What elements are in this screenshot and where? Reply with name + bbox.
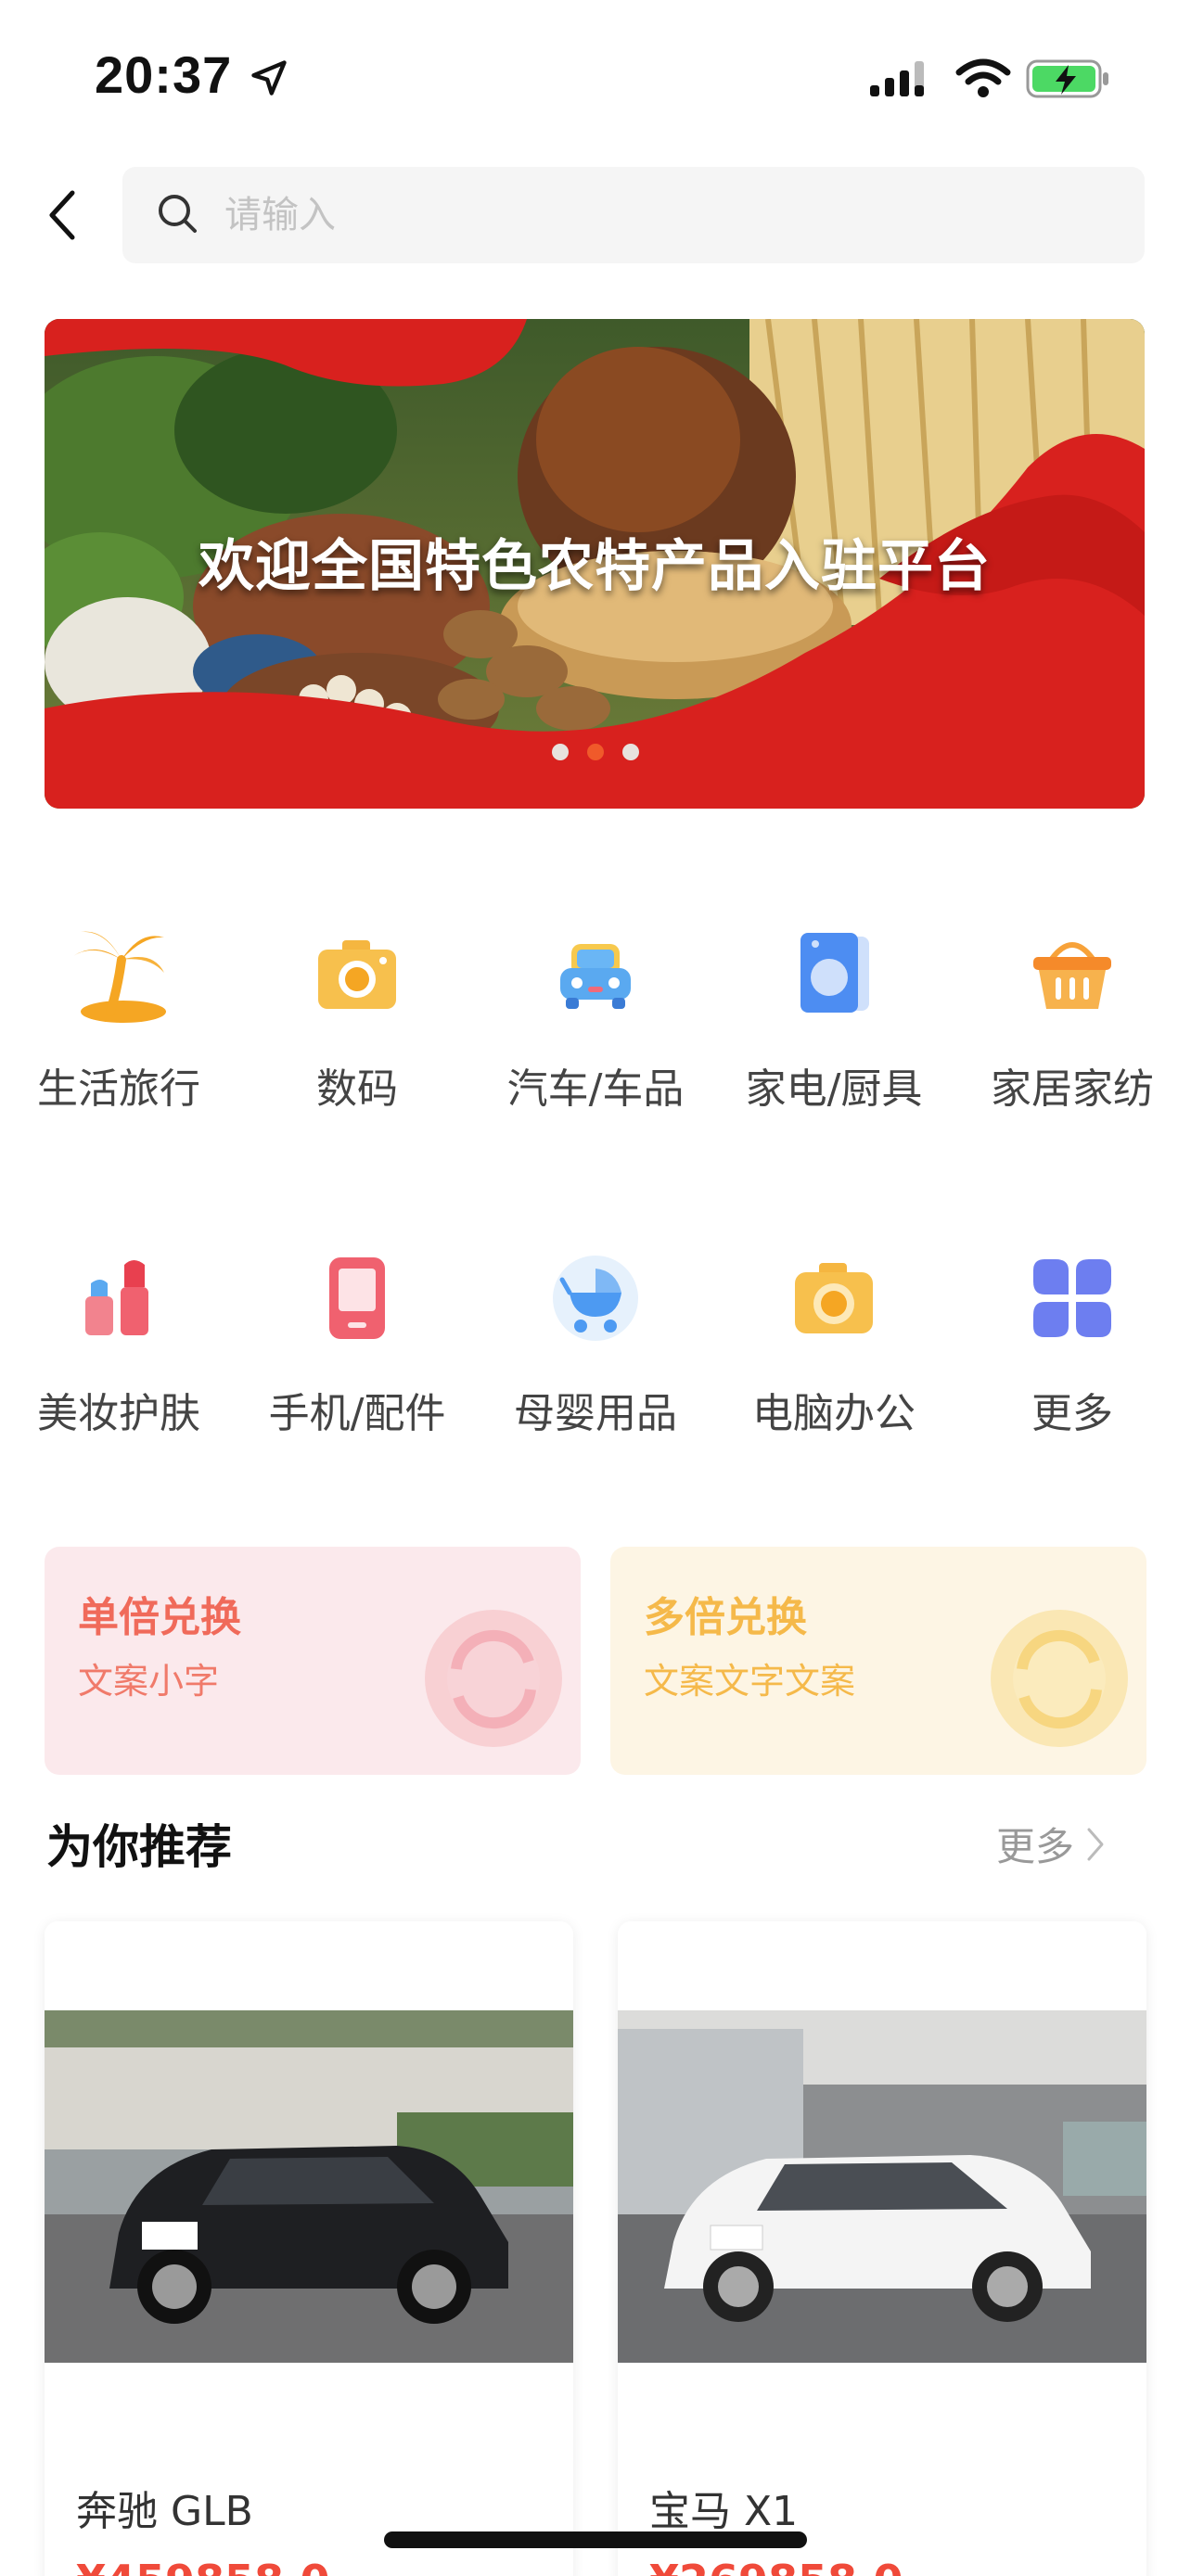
banner-headline: 欢迎全国特色农特产品入驻平台 — [198, 534, 991, 599]
washing-machine-icon — [778, 918, 890, 1029]
back-button[interactable] — [37, 185, 89, 245]
more-label: 更多 — [996, 1824, 1075, 1869]
car-icon — [540, 918, 651, 1029]
category-label: 生活旅行 — [37, 1065, 200, 1113]
location-arrow-icon — [249, 57, 289, 102]
basket-icon — [1017, 918, 1128, 1029]
status-time: 20:37 — [95, 45, 233, 104]
promo-title: 多倍兑换 — [644, 1594, 807, 1641]
palm-tree-icon — [63, 918, 174, 1029]
carousel-dot[interactable] — [622, 744, 639, 760]
promo-subtitle: 文案文字文案 — [644, 1661, 856, 1702]
category-beauty[interactable]: 美妆护肤 — [0, 1243, 237, 1439]
product-name: 宝马 X1 — [649, 2488, 799, 2535]
category-label: 数码 — [316, 1065, 398, 1113]
section-title-recommend: 为你推荐 — [46, 1820, 232, 1874]
category-label: 美妆护肤 — [37, 1390, 200, 1437]
status-bar: 20:37 — [0, 0, 1191, 158]
exchange-icon — [991, 1610, 1128, 1747]
carousel-dot-active[interactable] — [587, 744, 604, 760]
category-label: 汽车/车品 — [506, 1065, 685, 1113]
home-indicator[interactable] — [384, 2531, 807, 2548]
chevron-right-icon — [1087, 1828, 1104, 1860]
camera-icon — [301, 918, 413, 1029]
search-icon — [156, 192, 198, 238]
more-grid-icon — [1017, 1243, 1128, 1354]
search-bar[interactable] — [122, 167, 1145, 263]
category-digital[interactable]: 数码 — [238, 918, 476, 1115]
product-card[interactable]: 奔驰 GLB ¥459858.0 — [45, 1921, 573, 2576]
product-image — [45, 2010, 573, 2363]
promo-title: 单倍兑换 — [78, 1594, 241, 1641]
category-baby[interactable]: 母婴用品 — [477, 1243, 714, 1439]
exchange-icon — [425, 1610, 562, 1747]
product-name: 奔驰 GLB — [76, 2488, 253, 2535]
chevron-left-icon — [49, 190, 75, 240]
search-input[interactable] — [224, 194, 1059, 236]
promo-subtitle: 文案小字 — [78, 1661, 220, 1702]
battery-charging-icon — [1026, 57, 1111, 104]
wifi-icon — [955, 57, 1011, 102]
category-phone[interactable]: 手机/配件 — [238, 1243, 476, 1439]
category-label: 母婴用品 — [514, 1390, 677, 1437]
promo-multi-exchange[interactable]: 多倍兑换 文案文字文案 — [610, 1547, 1146, 1775]
lipstick-icon — [63, 1243, 174, 1354]
product-image — [618, 2010, 1146, 2363]
category-computer-office[interactable]: 电脑办公 — [715, 1243, 953, 1439]
carousel-dot[interactable] — [552, 744, 569, 760]
category-appliance[interactable]: 家电/厨具 — [715, 918, 953, 1115]
category-auto[interactable]: 汽车/车品 — [477, 918, 714, 1115]
category-label: 手机/配件 — [268, 1390, 446, 1437]
more-link[interactable]: 更多 — [996, 1816, 1106, 1872]
category-label: 家电/厨具 — [745, 1065, 923, 1113]
cellular-signal-icon — [868, 57, 931, 102]
category-home-textile[interactable]: 家居家纺 — [954, 918, 1191, 1115]
phone-icon — [301, 1243, 413, 1354]
category-label: 电脑办公 — [752, 1390, 916, 1437]
product-price: ¥269858.0 — [649, 2556, 903, 2576]
carousel-indicator — [0, 744, 1191, 760]
category-life-travel[interactable]: 生活旅行 — [0, 918, 237, 1115]
banner-carousel[interactable]: 欢迎全国特色农特产品入驻平台 — [45, 319, 1145, 809]
category-label: 更多 — [1031, 1390, 1113, 1437]
promo-single-exchange[interactable]: 单倍兑换 文案小字 — [45, 1547, 581, 1775]
product-card[interactable]: 宝马 X1 ¥269858.0 — [618, 1921, 1146, 2576]
product-price: ¥459858.0 — [76, 2556, 330, 2576]
category-label: 家居家纺 — [991, 1065, 1154, 1113]
stroller-icon — [540, 1243, 651, 1354]
category-more[interactable]: 更多 — [954, 1243, 1191, 1439]
camera-icon — [778, 1243, 890, 1354]
